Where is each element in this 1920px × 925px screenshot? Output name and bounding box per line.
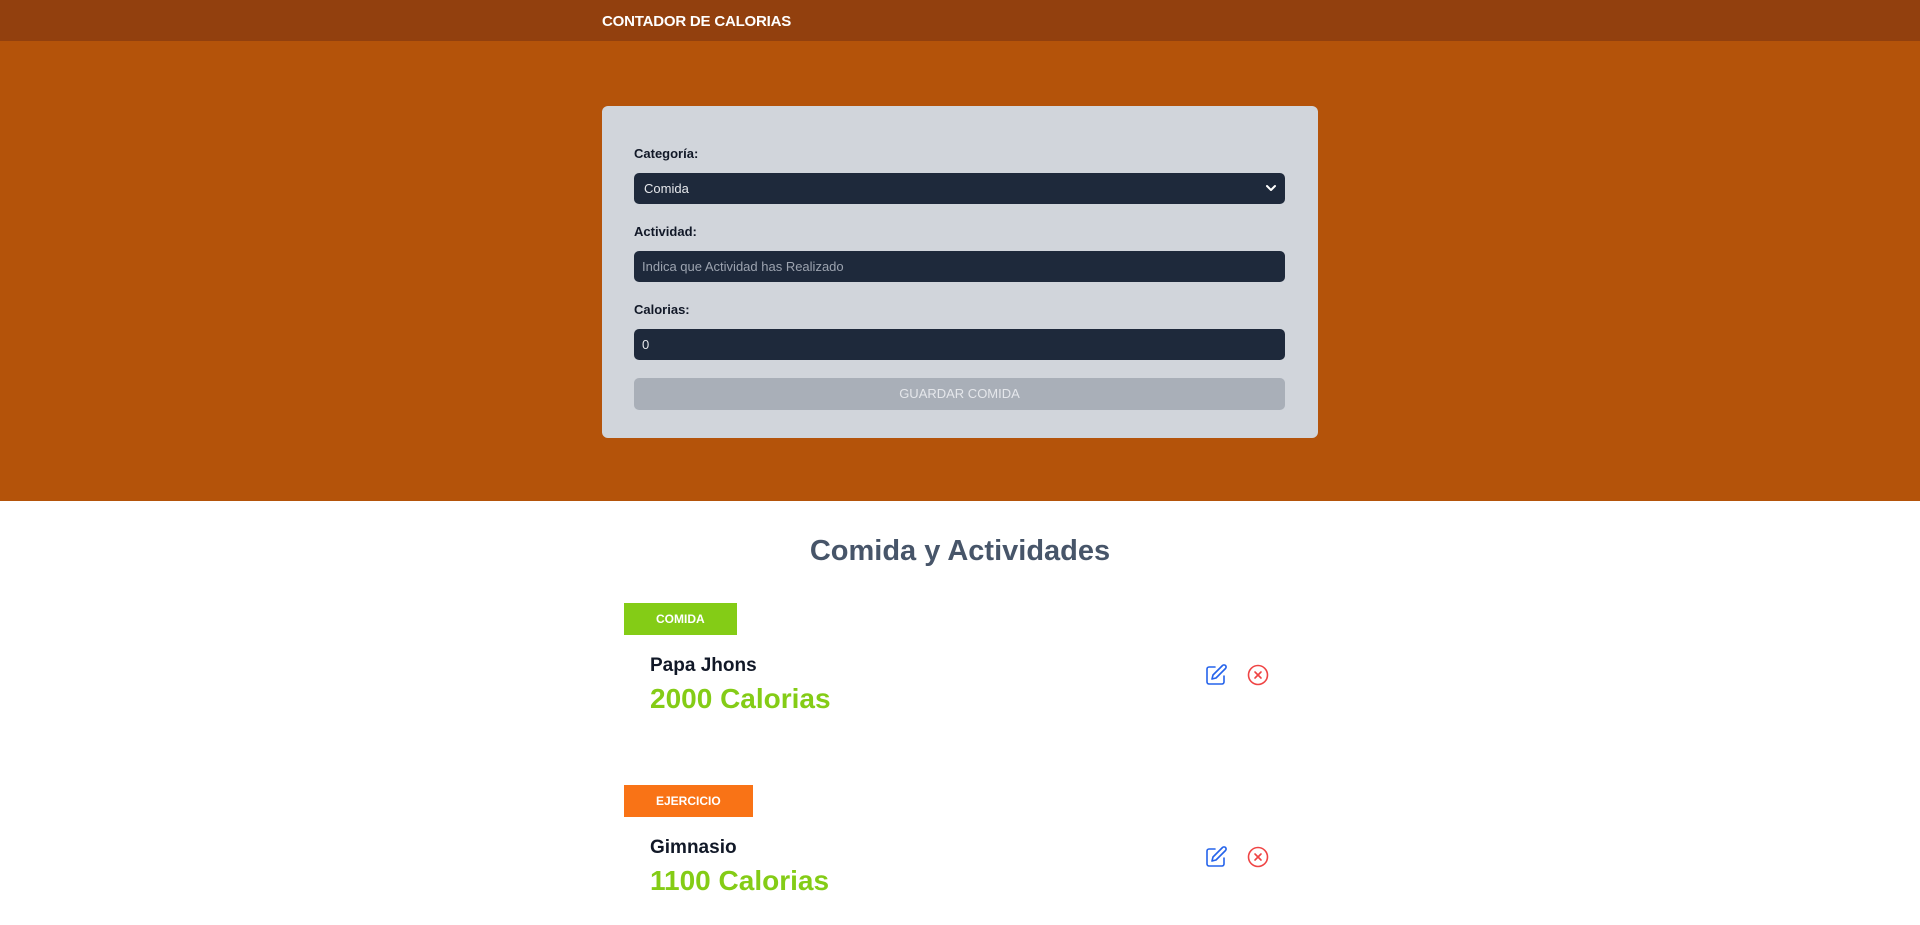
calories-input-value: 0	[642, 337, 650, 352]
item-name: Gimnasio	[650, 837, 737, 858]
category-badge: EJERCICIO	[624, 785, 753, 817]
activity-label: Actividad:	[634, 224, 697, 239]
activity-input[interactable]: Indica que Actividad has Realizado	[634, 251, 1285, 282]
chevron-down-icon	[1266, 185, 1276, 191]
top-bar: CONTADOR DE CALORIAS	[0, 0, 1920, 41]
item-name: Papa Jhons	[650, 655, 757, 676]
save-button[interactable]: GUARDAR COMIDA	[634, 378, 1285, 410]
list-item: COMIDA Papa Jhons 2000 Calorias	[624, 603, 1284, 743]
calorie-form: Categoría: Comida Actividad: Indica que …	[602, 106, 1318, 438]
x-circle-icon[interactable]	[1246, 663, 1270, 687]
x-circle-icon[interactable]	[1246, 845, 1270, 869]
pencil-square-icon[interactable]	[1204, 845, 1228, 869]
category-select[interactable]: Comida	[634, 173, 1285, 204]
item-calories: 1100 Calorias	[650, 865, 830, 896]
list-title: Comida y Actividades	[809, 535, 1111, 567]
calories-input[interactable]: 0	[634, 329, 1285, 360]
activity-input-placeholder: Indica que Actividad has Realizado	[642, 259, 844, 274]
item-calories: 2000 Calorias	[650, 683, 831, 714]
category-select-value: Comida	[644, 181, 689, 196]
pencil-square-icon[interactable]	[1204, 663, 1228, 687]
item-actions	[1204, 845, 1270, 869]
hero-section: Categoría: Comida Actividad: Indica que …	[0, 41, 1920, 501]
item-actions	[1204, 663, 1270, 687]
category-label: Categoría:	[634, 146, 699, 161]
list-item: EJERCICIO Gimnasio 1100 Calorias	[624, 785, 1284, 925]
app-title: CONTADOR DE CALORIAS	[602, 13, 792, 30]
calories-label: Calorias:	[634, 302, 690, 317]
category-badge: COMIDA	[624, 603, 737, 635]
